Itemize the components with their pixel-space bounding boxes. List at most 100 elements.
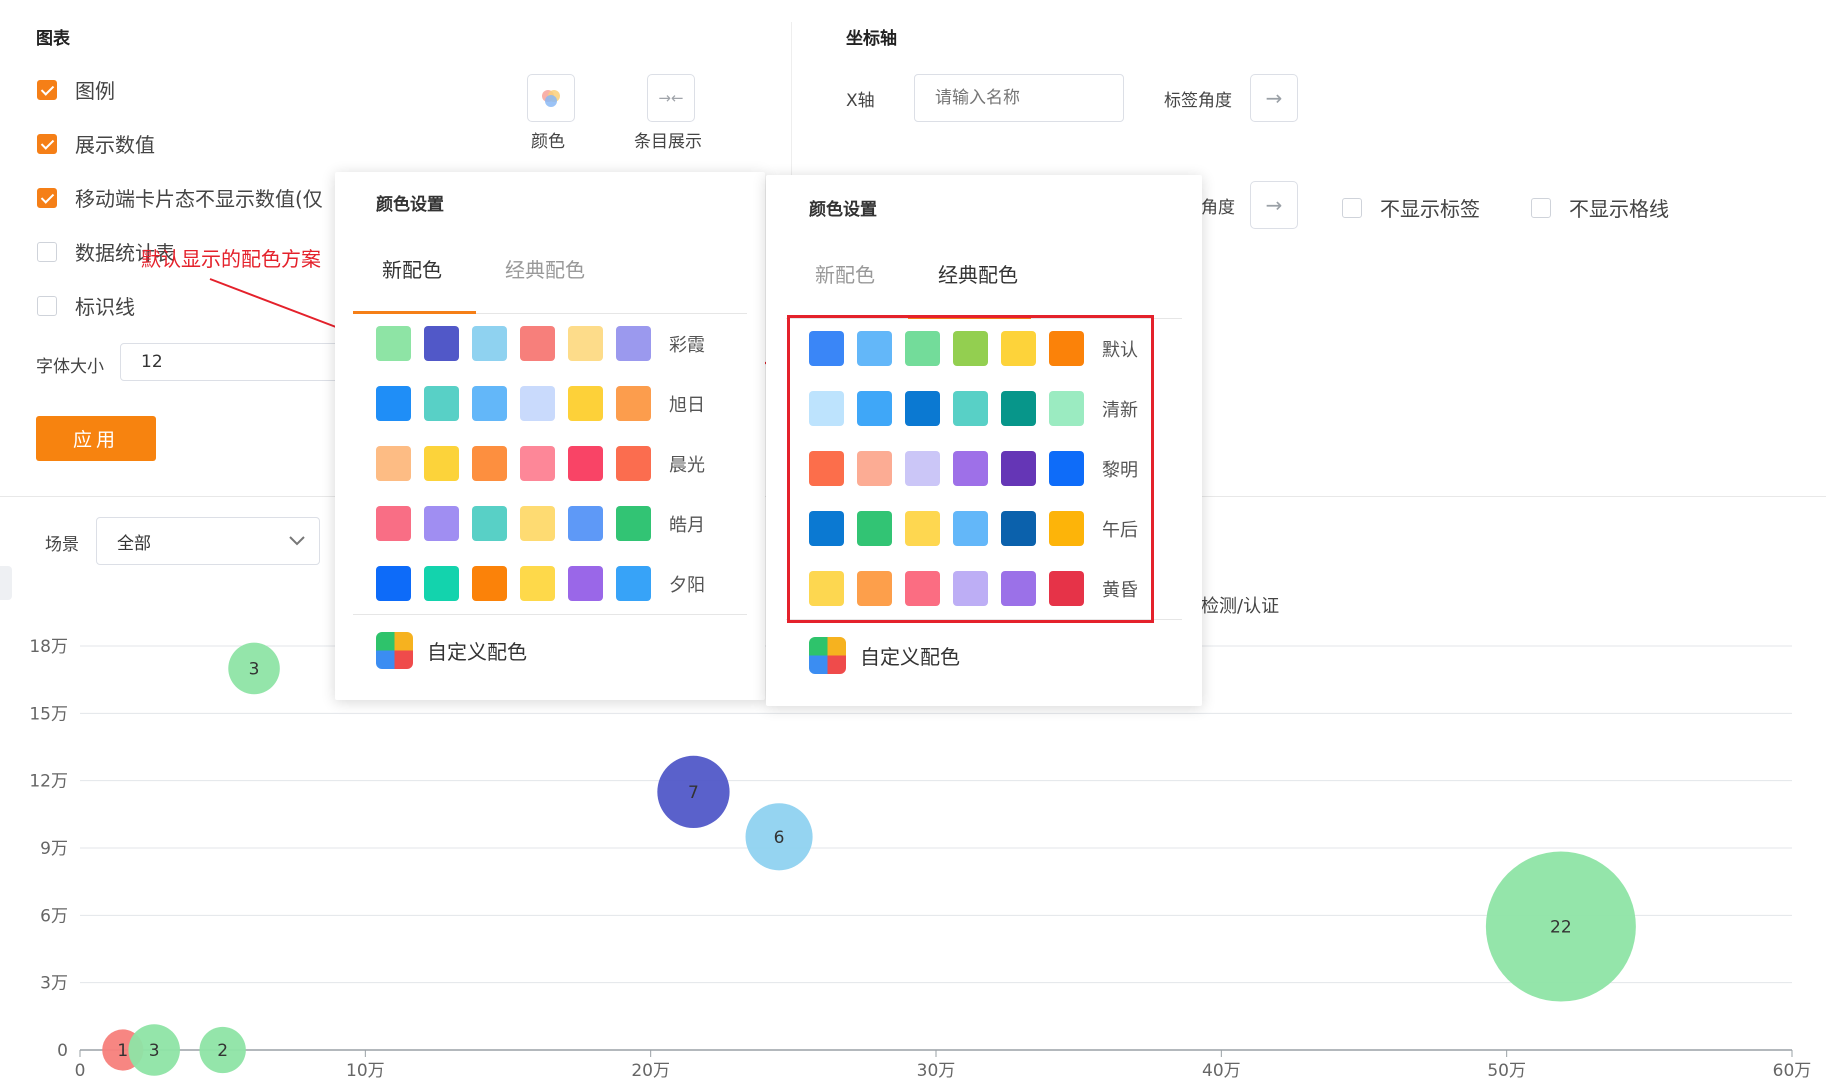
color-swatch (376, 386, 411, 421)
resize-grip-handle[interactable] (0, 566, 12, 600)
apply-button[interactable]: 应用 (36, 416, 156, 461)
color-swatch (568, 446, 603, 481)
color-swatch (616, 506, 651, 541)
bubble-label: 3 (249, 659, 260, 679)
checkbox-show-values[interactable] (37, 133, 57, 154)
scene-select[interactable]: 全部 (96, 517, 320, 565)
palette-row[interactable]: 彩霞 (376, 326, 705, 361)
x-tick-label: 50万 (1487, 1061, 1526, 1081)
checkbox-hide-labels[interactable] (1342, 197, 1362, 218)
arrow-right-icon: → (1265, 193, 1283, 217)
palette-row[interactable]: 旭日 (376, 386, 705, 421)
color-swatch (472, 506, 507, 541)
item-display-label: 条目展示 (634, 132, 702, 152)
option-hide-labels[interactable]: 不显示标签 (1342, 193, 1480, 222)
checkbox-marker-line[interactable] (37, 295, 57, 316)
checkbox-legend[interactable] (37, 79, 57, 100)
x-tick-label: 10万 (346, 1061, 385, 1081)
popover-title: 颜色设置 (809, 200, 877, 220)
font-size-label: 字体大小 (36, 357, 104, 377)
option-hide-grid-label: 不显示格线 (1569, 197, 1669, 221)
x-axis-name-input[interactable] (914, 74, 1124, 122)
color-swatch (568, 326, 603, 361)
y-label-angle-button[interactable]: → (1250, 181, 1298, 229)
option-show-values-label: 展示数值 (75, 133, 155, 157)
tab-classic-colors[interactable]: 经典配色 (938, 259, 1018, 288)
color-swatch (376, 326, 411, 361)
y-tick-label: 0 (57, 1041, 68, 1061)
color-swatch (424, 446, 459, 481)
tab-new-colors[interactable]: 新配色 (382, 254, 442, 283)
arrow-right-icon: → (1265, 86, 1283, 110)
color-swatch (568, 566, 603, 601)
label-angle-button[interactable]: → (1250, 74, 1298, 122)
scene-label: 场景 (45, 535, 79, 555)
color-swatch (376, 446, 411, 481)
option-mobile-hide-values[interactable]: 移动端卡片态不显示数值(仅 (37, 183, 323, 212)
bubble-label: 22 (1550, 918, 1572, 938)
option-show-values[interactable]: 展示数值 (37, 129, 155, 158)
color-swatch (424, 506, 459, 541)
custom-color-label: 自定义配色 (860, 645, 960, 669)
palette-icon (542, 90, 560, 107)
color-swatch (472, 566, 507, 601)
color-settings-popover-new: 颜色设置 新配色 经典配色 彩霞旭日晨光皓月夕阳 自定义配色 (335, 172, 765, 700)
color-button-label: 颜色 (531, 132, 565, 152)
color-swatch (472, 446, 507, 481)
tab-active-indicator (353, 311, 476, 314)
x-tick-label: 40万 (1202, 1061, 1241, 1081)
bubble-point: 3 (128, 1024, 180, 1076)
color-button[interactable] (527, 74, 575, 122)
palette-name: 皓月 (669, 514, 705, 536)
tab-new-colors[interactable]: 新配色 (815, 259, 875, 288)
font-size-value: 12 (141, 352, 163, 372)
color-swatch (520, 566, 555, 601)
color-swatch (472, 326, 507, 361)
tab-classic-colors[interactable]: 经典配色 (505, 254, 585, 283)
scene-select-value: 全部 (117, 533, 151, 554)
bubble-point: 2 (199, 1026, 246, 1074)
x-tick-label: 0 (75, 1061, 86, 1081)
color-swatch (424, 326, 459, 361)
palette-row[interactable]: 夕阳 (376, 566, 705, 601)
color-swatch (520, 506, 555, 541)
popover-title: 颜色设置 (376, 195, 444, 215)
color-swatch (520, 326, 555, 361)
y-tick-label: 12万 (29, 772, 68, 792)
color-wheel-icon (376, 632, 413, 669)
palette-row[interactable]: 晨光 (376, 446, 705, 481)
x-axis-label: X轴 (846, 91, 875, 111)
y-tick-label: 15万 (29, 704, 68, 724)
bubble-label: 1 (117, 1041, 128, 1061)
bubble-point: 22 (1485, 851, 1636, 1002)
custom-color-option[interactable]: 自定义配色 (809, 637, 960, 674)
option-marker-line-label: 标识线 (75, 295, 135, 319)
y-tick-label: 6万 (40, 906, 68, 926)
color-swatch (520, 446, 555, 481)
bubble-point: 7 (657, 755, 730, 829)
palette-name: 旭日 (669, 394, 705, 416)
color-swatch (376, 506, 411, 541)
option-marker-line[interactable]: 标识线 (37, 291, 135, 320)
color-swatch (616, 446, 651, 481)
palette-row[interactable]: 皓月 (376, 506, 705, 541)
chevron-down-icon (289, 536, 305, 546)
collapse-arrows-icon: →← (658, 89, 684, 107)
bubble-point: 3 (228, 642, 280, 695)
color-swatch (376, 566, 411, 601)
palette-name: 彩霞 (669, 334, 705, 356)
option-mobile-hide-values-label: 移动端卡片态不显示数值(仅 (75, 187, 323, 211)
annotation-text: 默认显示的配色方案 (141, 247, 321, 271)
checkbox-hide-grid[interactable] (1531, 197, 1551, 218)
color-swatch (568, 386, 603, 421)
custom-color-option[interactable]: 自定义配色 (376, 632, 527, 669)
y-tick-label: 3万 (40, 974, 68, 994)
color-swatch (616, 326, 651, 361)
item-display-button[interactable]: →← (647, 74, 695, 122)
option-hide-grid[interactable]: 不显示格线 (1531, 193, 1669, 222)
checkbox-data-table[interactable] (37, 241, 57, 262)
font-size-input[interactable]: 12 (120, 343, 340, 381)
option-legend-label: 图例 (75, 79, 115, 103)
checkbox-mobile-hide-values[interactable] (37, 187, 57, 208)
option-legend[interactable]: 图例 (37, 75, 115, 104)
